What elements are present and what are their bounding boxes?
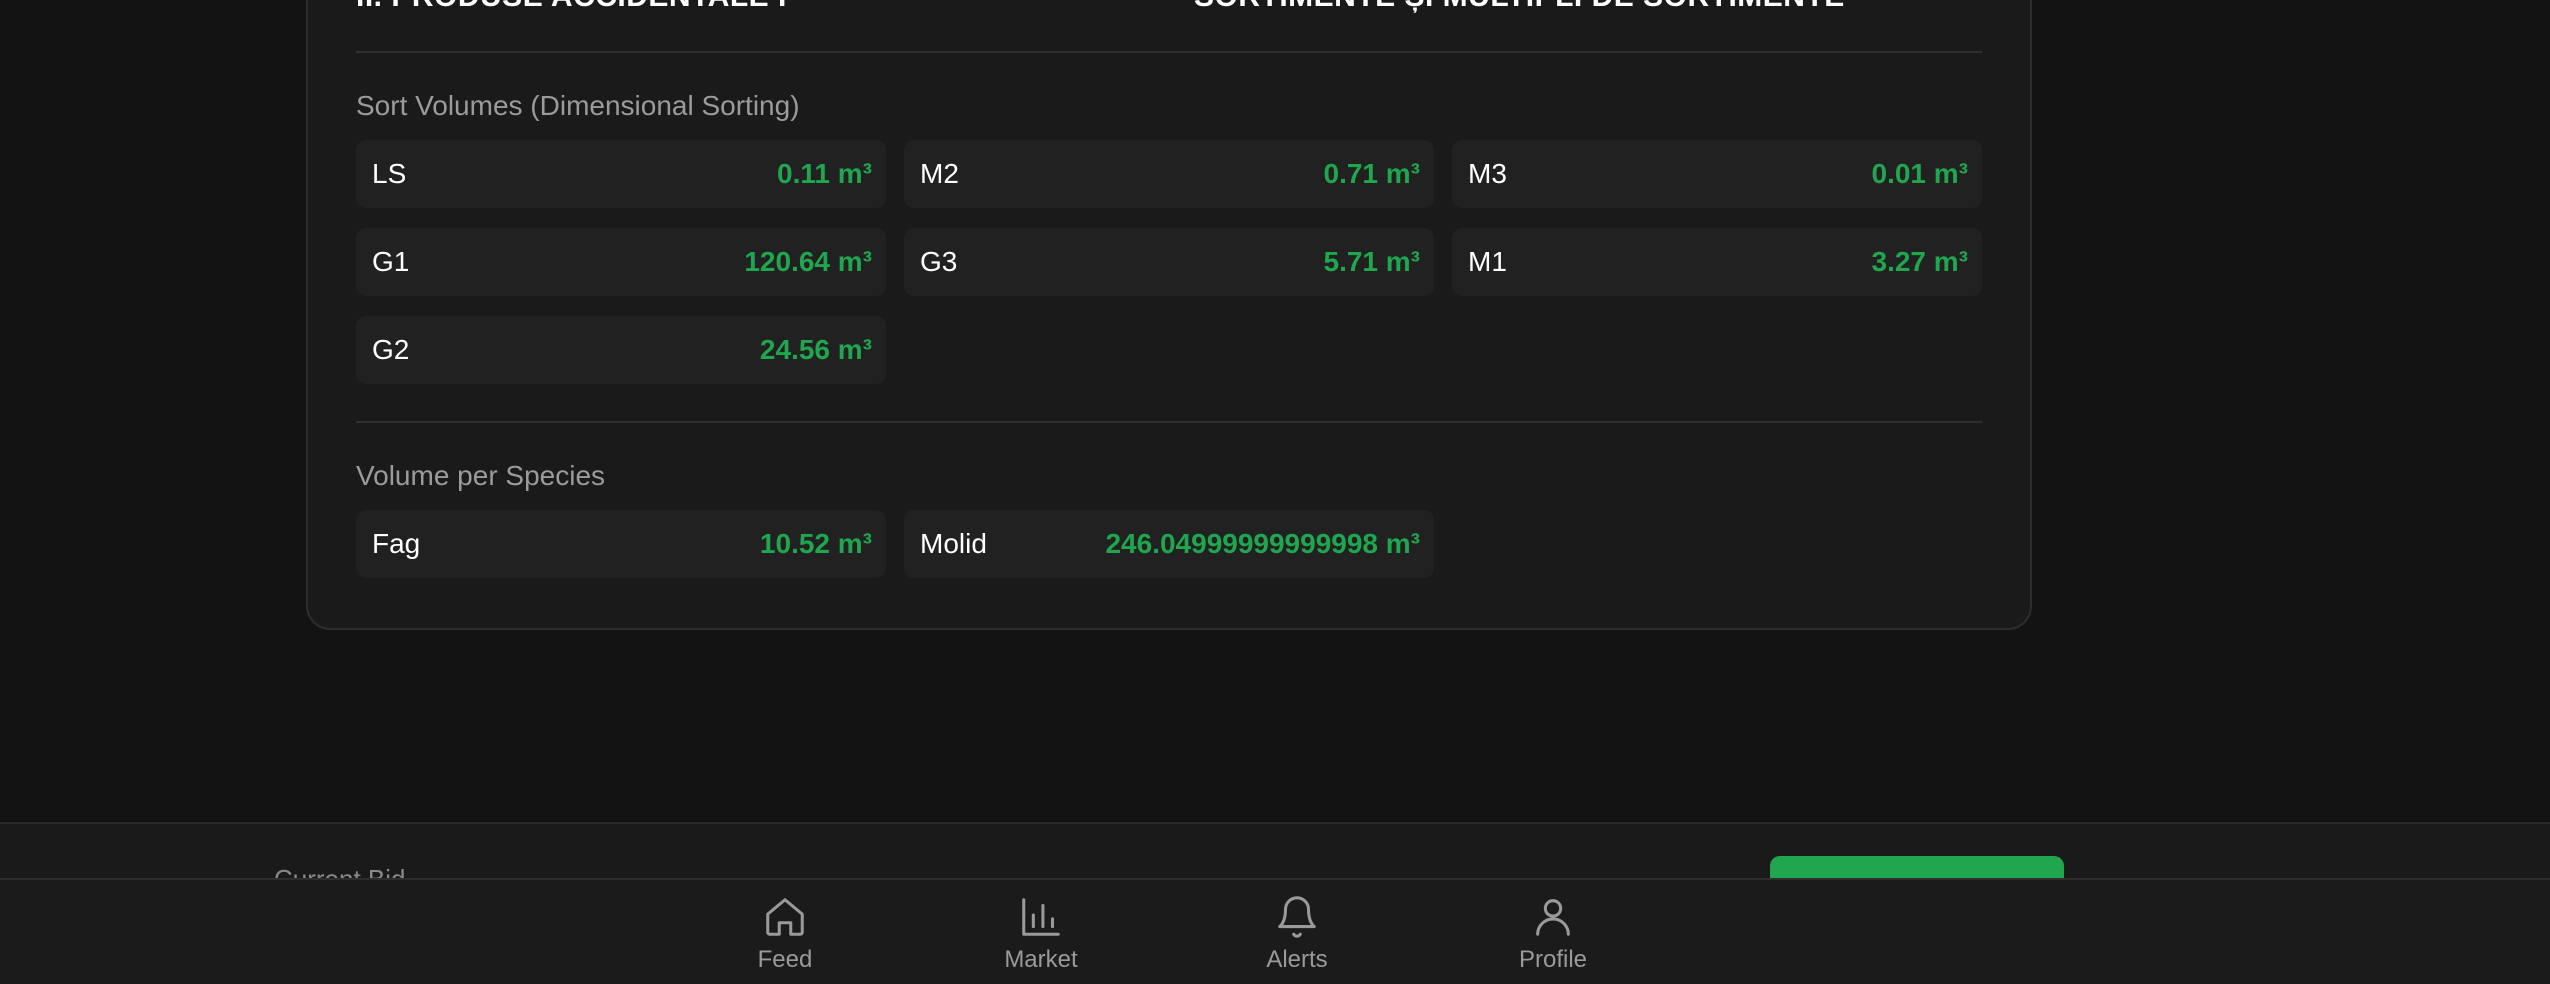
tile-label: Fag: [372, 528, 421, 559]
sort-tile-g2: G2 24.56 m³: [356, 316, 886, 384]
nav-label: Feed: [757, 946, 813, 973]
nav-item-market[interactable]: Market: [961, 894, 1121, 980]
nav-item-feed[interactable]: Feed: [705, 894, 865, 980]
sort-volumes-title: Sort Volumes (Dimensional Sorting): [356, 90, 800, 121]
sort-tile-m1: M1 3.27 m³: [1452, 228, 1982, 296]
tile-value: 24.56 m³: [759, 334, 872, 365]
nav-label: Alerts: [1266, 946, 1328, 973]
tile-label: G2: [372, 334, 410, 365]
tile-label: M1: [1468, 246, 1507, 277]
nav-label: Profile: [1518, 946, 1588, 973]
sort-tile-m3: M3 0.01 m³: [1452, 140, 1982, 208]
tile-value: 5.71 m³: [1323, 246, 1421, 277]
tile-value: 3.27 m³: [1871, 246, 1969, 277]
tile-value: 0.11 m³: [777, 158, 872, 189]
divider: [356, 421, 1982, 423]
sort-tile-g3: G3 5.71 m³: [904, 228, 1434, 296]
bottom-nav: Feed Market Alerts Profile: [0, 878, 2550, 984]
tile-value: 246.04999999999998 m³: [1105, 528, 1420, 559]
clipped-left-heading: II. PRODUSE ACCIDENTALE I: [356, 0, 787, 14]
nav-item-alerts[interactable]: Alerts: [1217, 894, 1377, 980]
tile-value: 120.64 m³: [744, 246, 872, 277]
home-icon: [766, 898, 804, 936]
species-tile-fag: Fag 10.52 m³: [356, 510, 886, 578]
clipped-right-heading: SORTIMENTE ȘI MULTIPLI DE SORTIMENTE: [1194, 0, 1845, 14]
nav-label: Market: [1004, 946, 1078, 973]
sort-tile-ls: LS 0.11 m³: [356, 140, 886, 208]
tile-label: Molid: [920, 528, 987, 559]
user-icon: [1536, 899, 1570, 936]
bell-icon: [1278, 896, 1316, 938]
page: II. PRODUSE ACCIDENTALE I SORTIMENTE ȘI …: [0, 0, 2550, 984]
bar-chart-icon: [1022, 898, 1060, 936]
tile-label: G1: [372, 246, 410, 277]
tile-label: G3: [920, 246, 958, 277]
tile-value: 10.52 m³: [759, 528, 872, 559]
tile-label: LS: [372, 158, 407, 189]
sort-tile-m2: M2 0.71 m³: [904, 140, 1434, 208]
sort-tile-g1: G1 120.64 m³: [356, 228, 886, 296]
species-tile-molid: Molid 246.04999999999998 m³: [904, 510, 1434, 578]
clipped-heading-row: II. PRODUSE ACCIDENTALE I SORTIMENTE ȘI …: [356, 0, 1982, 14]
divider: [356, 51, 1982, 53]
tile-value: 0.71 m³: [1323, 158, 1421, 189]
tile-label: M3: [1468, 158, 1507, 189]
volume-per-species-title: Volume per Species: [356, 460, 606, 491]
volume-details-card: II. PRODUSE ACCIDENTALE I SORTIMENTE ȘI …: [306, 0, 2032, 630]
nav-item-profile[interactable]: Profile: [1473, 894, 1633, 980]
tile-label: M2: [920, 158, 959, 189]
tile-value: 0.01 m³: [1871, 158, 1969, 189]
